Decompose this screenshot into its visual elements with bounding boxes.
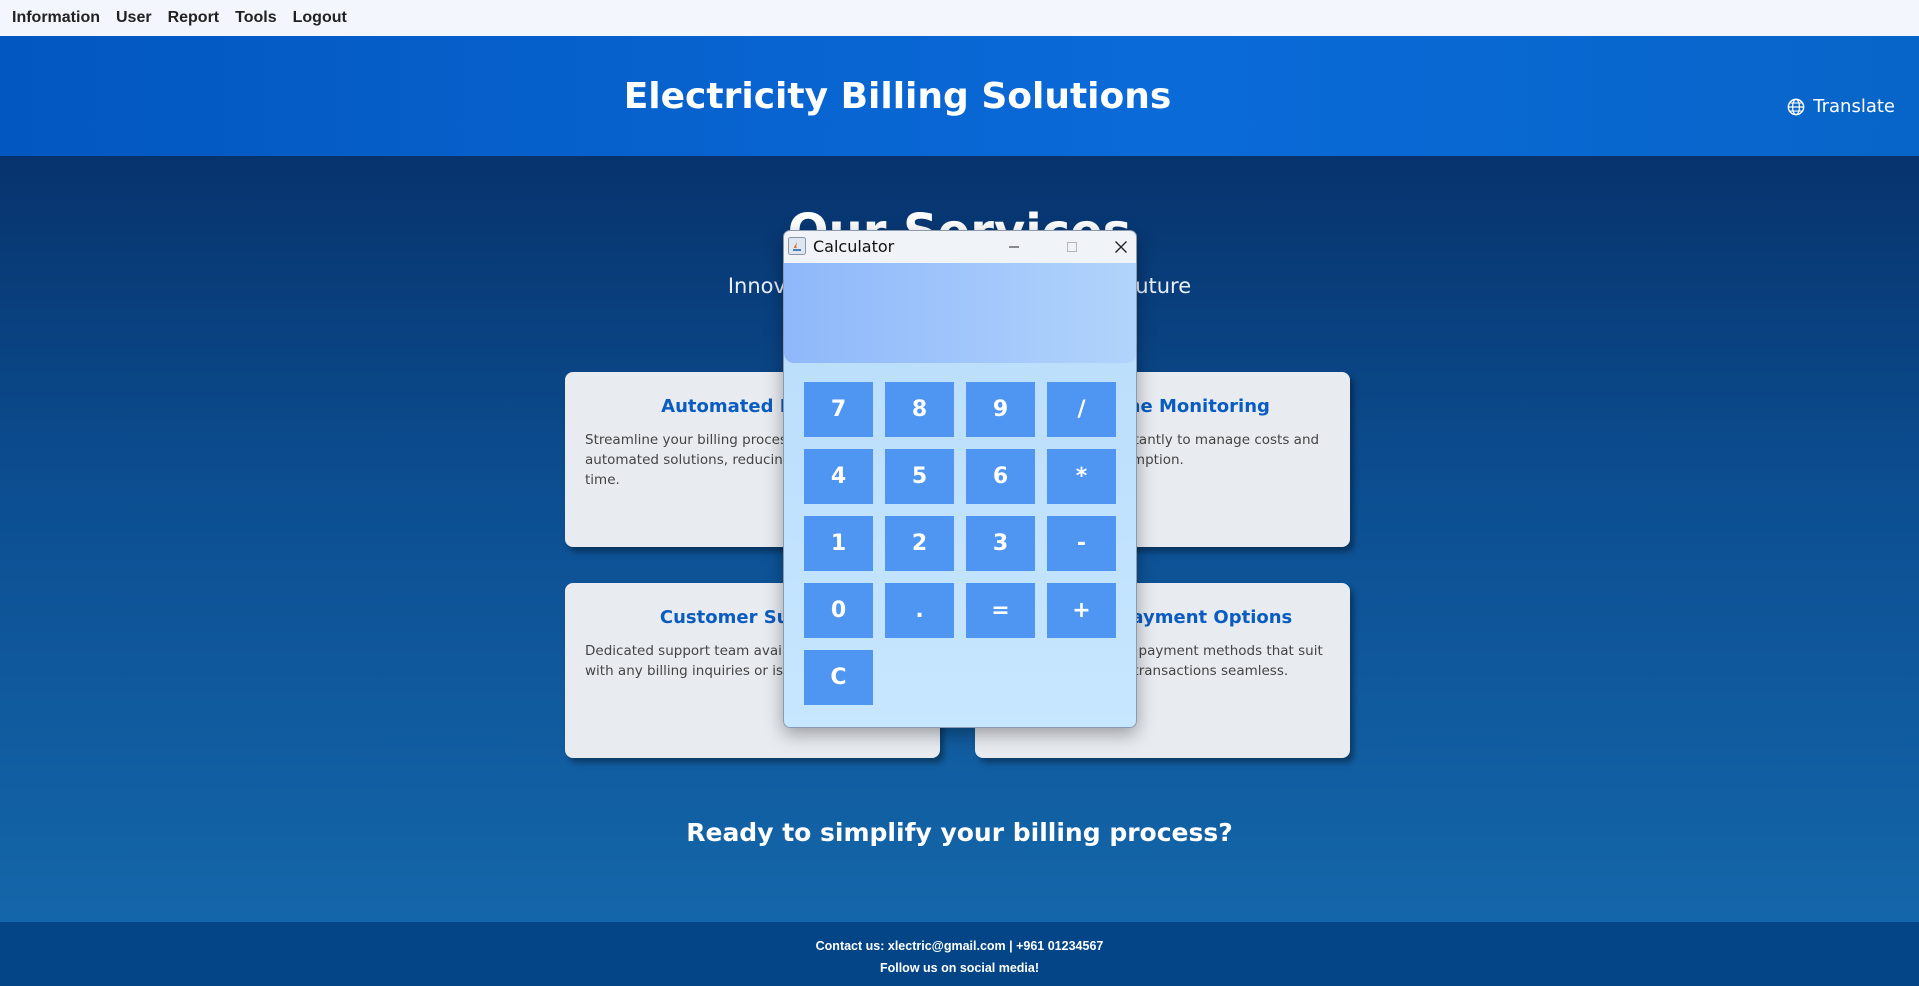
maximize-icon bbox=[1067, 242, 1077, 252]
key-9-button[interactable]: 9 bbox=[966, 382, 1035, 437]
globe-icon bbox=[1787, 98, 1805, 115]
key-divide-button[interactable]: / bbox=[1047, 382, 1116, 437]
cta-heading: Ready to simplify your billing process? bbox=[686, 818, 1233, 847]
calculator-title: Calculator bbox=[813, 237, 895, 256]
minimize-icon bbox=[1009, 246, 1019, 248]
key-4-button[interactable]: 4 bbox=[804, 449, 873, 504]
java-app-icon bbox=[788, 237, 806, 255]
menu-logout[interactable]: Logout bbox=[291, 9, 349, 27]
close-icon bbox=[1115, 241, 1127, 253]
site-title: Electricity Billing Solutions bbox=[623, 76, 1172, 117]
menu-tools[interactable]: Tools bbox=[233, 9, 278, 27]
key-5-button[interactable]: 5 bbox=[885, 449, 954, 504]
key-3-button[interactable]: 3 bbox=[966, 516, 1035, 571]
key-6-button[interactable]: 6 bbox=[966, 449, 1035, 504]
site-footer: Contact us: xlectric@gmail.com | +961 01… bbox=[0, 922, 1919, 986]
key-1-button[interactable]: 1 bbox=[804, 516, 873, 571]
key-decimal-button[interactable]: . bbox=[885, 583, 954, 638]
maximize-button bbox=[1049, 231, 1095, 263]
key-add-button[interactable]: + bbox=[1047, 583, 1116, 638]
menu-user[interactable]: User bbox=[114, 9, 154, 27]
key-clear-button[interactable]: C bbox=[804, 650, 873, 705]
key-equals-button[interactable]: = bbox=[966, 583, 1035, 638]
footer-contact: Contact us: xlectric@gmail.com | +961 01… bbox=[815, 939, 1104, 953]
footer-follow: Follow us on social media! bbox=[879, 961, 1040, 975]
calculator-titlebar[interactable]: Calculator bbox=[784, 231, 1136, 263]
key-7-button[interactable]: 7 bbox=[804, 382, 873, 437]
calculator-window: Calculator 7 8 9/ 4 5 6 * 1 2 3- 0. = + C bbox=[783, 230, 1137, 728]
close-button[interactable] bbox=[1106, 231, 1136, 263]
key-0-button[interactable]: 0 bbox=[804, 583, 873, 638]
key-multiply-button[interactable]: * bbox=[1047, 449, 1116, 504]
translate-label: Translate bbox=[1813, 96, 1895, 117]
menu-bar: Information User Report Tools Logout bbox=[0, 0, 1919, 36]
translate-button[interactable]: Translate bbox=[1787, 96, 1895, 117]
site-header: Electricity Billing Solutions Translate bbox=[0, 36, 1919, 156]
key-2-button[interactable]: 2 bbox=[885, 516, 954, 571]
calculator-display bbox=[784, 263, 1136, 363]
menu-report[interactable]: Report bbox=[166, 9, 222, 27]
menu-information[interactable]: Information bbox=[10, 9, 102, 27]
minimize-button[interactable] bbox=[991, 231, 1037, 263]
key-subtract-button[interactable]: - bbox=[1047, 516, 1116, 571]
key-8-button[interactable]: 8 bbox=[885, 382, 954, 437]
